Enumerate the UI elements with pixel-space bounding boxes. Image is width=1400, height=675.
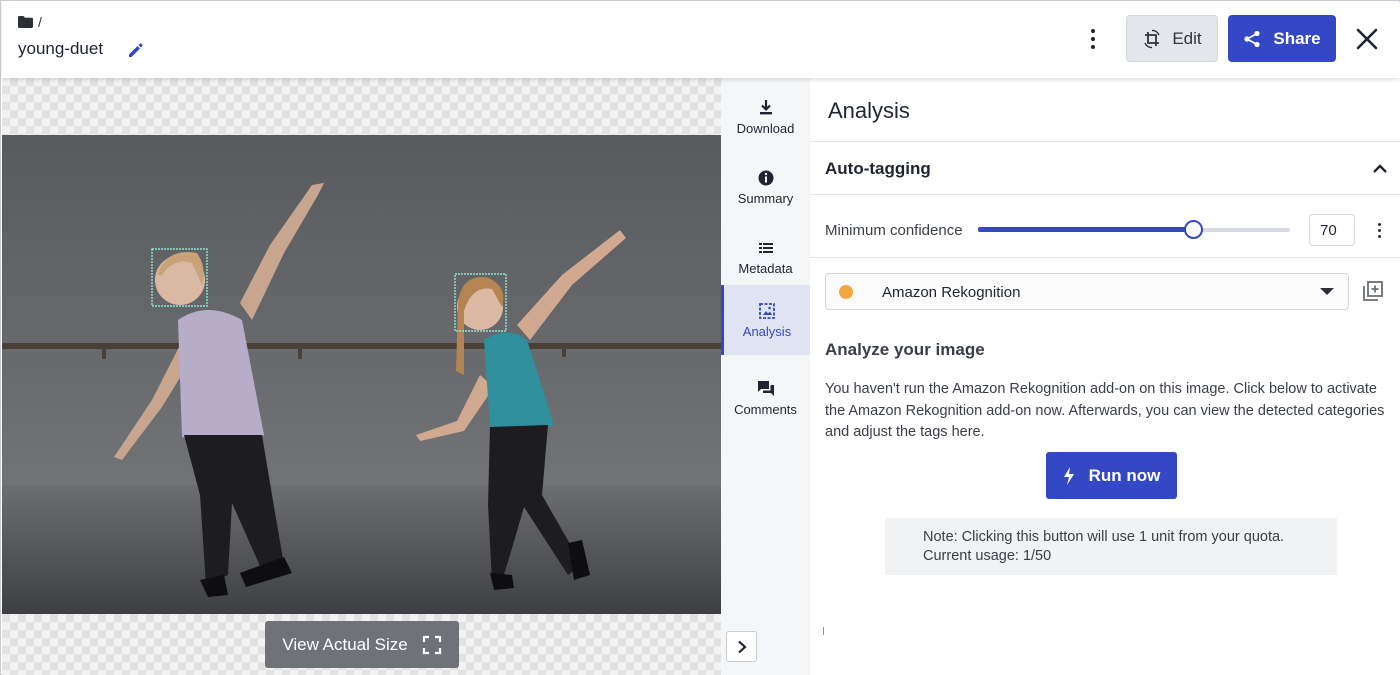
crop-rotate-icon (1144, 29, 1160, 48)
chevron-up-icon[interactable] (1369, 158, 1391, 180)
quota-note: Note: Clicking this button will use 1 un… (885, 518, 1337, 575)
chevron-down-icon (1320, 288, 1334, 295)
rail-item-label: Comments (734, 401, 797, 417)
rail-item-label: Metadata (738, 260, 793, 276)
auto-tagging-heading[interactable]: Auto-tagging (825, 159, 931, 179)
analysis-icon (759, 302, 775, 319)
rail-item-label: Analysis (742, 323, 792, 339)
divider (823, 627, 824, 635)
share-icon (1244, 30, 1260, 47)
edit-label: Edit (1172, 28, 1202, 48)
view-actual-size-button[interactable]: View Actual Size (265, 621, 459, 668)
provider-name: Amazon Rekognition (882, 284, 1021, 301)
provider-select[interactable]: Amazon Rekognition (825, 273, 1349, 310)
edit-button[interactable]: Edit (1126, 15, 1218, 62)
rail-item-label: Summary (737, 190, 794, 206)
breadcrumb[interactable]: / (18, 14, 42, 30)
chevron-right-icon (737, 640, 747, 653)
collapse-panel-button[interactable] (726, 631, 757, 662)
add-provider-icon[interactable] (1362, 280, 1384, 302)
rail-item-analysis[interactable]: Analysis (721, 285, 810, 355)
more-options-icon[interactable] (1372, 221, 1386, 239)
divider (810, 257, 1400, 258)
more-options-icon[interactable] (1080, 24, 1106, 54)
image-preview[interactable] (2, 135, 721, 614)
file-name: young-duet (18, 39, 104, 58)
download-icon (759, 99, 772, 114)
view-actual-size-label: View Actual Size (282, 634, 408, 654)
app-window: / young-duet Edit Share View Actual Size… (0, 0, 1400, 675)
analyze-description: You haven't run the Amazon Rekognition a… (825, 381, 1385, 440)
analysis-panel: Analysis Auto-tagging Minimum confidence… (810, 78, 1400, 675)
divider (810, 141, 1400, 142)
share-label: Share (1273, 28, 1321, 48)
run-now-label: Run now (1088, 465, 1161, 485)
top-bar: / young-duet Edit Share (2, 2, 1400, 78)
pencil-icon[interactable] (126, 40, 146, 60)
tool-rail: Download Summary Metadata Analysis Comme… (721, 78, 810, 675)
quota-note-text: Note: Clicking this button will use 1 un… (923, 529, 1285, 545)
close-icon[interactable] (1354, 26, 1380, 52)
info-icon (758, 170, 773, 185)
slider-fill (978, 227, 1194, 232)
list-icon (758, 242, 773, 253)
confidence-input[interactable]: 70 (1309, 214, 1355, 246)
folder-icon (18, 16, 33, 28)
rail-item-download[interactable]: Download (721, 82, 810, 152)
lightning-icon (1063, 466, 1074, 485)
breadcrumb-separator: / (38, 14, 42, 30)
analyze-heading: Analyze your image (825, 340, 985, 359)
image-viewer: View Actual Size (2, 78, 721, 675)
provider-status-dot (839, 285, 853, 299)
confidence-slider[interactable] (978, 219, 1290, 239)
quota-usage-text: Current usage: 1/50 (923, 548, 1052, 564)
panel-title: Analysis (828, 98, 910, 123)
slider-thumb[interactable] (1184, 220, 1204, 239)
comments-icon (757, 380, 774, 396)
run-now-button[interactable]: Run now (1046, 452, 1177, 499)
rail-item-label: Download (736, 120, 795, 136)
rail-item-comments[interactable]: Comments (721, 363, 810, 433)
rail-item-metadata[interactable]: Metadata (721, 222, 810, 292)
fullscreen-icon (422, 635, 441, 654)
rail-item-summary[interactable]: Summary (721, 152, 810, 222)
divider (810, 194, 1400, 195)
share-button[interactable]: Share (1228, 15, 1336, 62)
min-confidence-label: Minimum confidence (825, 222, 963, 239)
